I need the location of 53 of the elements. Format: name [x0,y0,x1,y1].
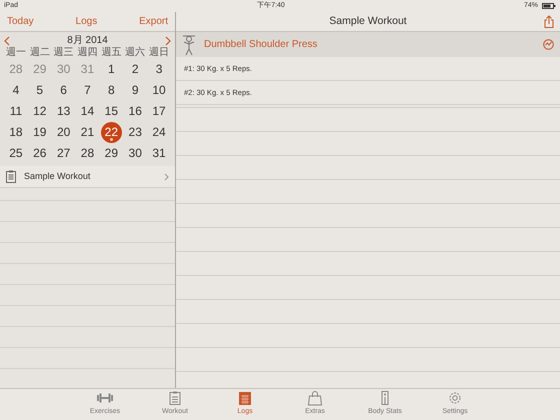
weekday-label: 週六 [124,47,146,59]
battery-icon [542,3,556,9]
next-month-icon[interactable] [165,36,171,46]
chevron-icon [164,172,169,180]
calendar-day[interactable]: 5 [28,80,52,101]
screen-title: Sample Workout [329,14,407,29]
calendar-day[interactable]: 13 [52,101,76,122]
calendar-day[interactable]: 20 [52,122,76,143]
calendar-day[interactable]: 18 [4,122,28,143]
weekday-label: 週日 [148,47,170,59]
exercise-figure-icon [182,34,196,56]
share-icon[interactable] [544,15,554,28]
calendar-day[interactable]: 12 [28,101,52,122]
nav-button[interactable]: Logs [76,14,98,29]
calendar-day[interactable]: 17 [147,101,171,122]
weekday-label: 週一 [4,47,27,59]
nav-button[interactable]: Today [7,14,34,29]
calendar-day[interactable]: 1 [99,59,124,80]
calendar-icon [236,391,254,406]
calendar-day[interactable]: 10 [147,80,171,101]
weekday-label: 週四 [76,47,98,59]
calendar-day[interactable]: 23 [123,122,148,143]
calendar-day[interactable]: 26 [28,143,52,164]
calendar-day[interactable]: 16 [123,101,148,122]
clipboard-icon [6,170,16,183]
calendar-day[interactable]: 27 [52,143,76,164]
calendar-day[interactable]: 28 [76,143,100,164]
calendar-day[interactable]: 31 [147,143,171,164]
calendar-day[interactable]: 15 [99,101,124,122]
nav-button[interactable]: Export [139,14,168,29]
calendar-day[interactable]: 19 [28,122,52,143]
calendar-day[interactable]: 21 [76,122,100,143]
calendar-day[interactable]: 8 [99,80,124,101]
bag-icon [306,391,324,406]
calendar-day[interactable]: 6 [52,80,76,101]
weekday-label: 週三 [52,47,75,59]
calendar-day[interactable]: 25 [4,143,28,164]
month-title: 8月 2014 [67,34,108,47]
chart-check-icon[interactable] [543,39,554,50]
calendar-day[interactable]: 22 [99,122,124,143]
prev-month-icon[interactable] [4,36,10,46]
calendar-day[interactable]: 24 [147,122,171,143]
weekday-label: 週五 [100,47,122,59]
calendar-day[interactable]: 30 [123,143,148,164]
calendar-day[interactable]: 4 [4,80,28,101]
calendar-day[interactable]: 7 [76,80,100,101]
calendar-day[interactable]: 14 [76,101,100,122]
calendar-day[interactable]: 11 [4,101,28,122]
calendar-day[interactable]: 9 [123,80,148,101]
calendar-day[interactable]: 3 [147,59,171,80]
calendar-day[interactable]: 2 [123,59,148,80]
weekday-label: 週二 [28,47,51,59]
calendar-day[interactable]: 29 [99,143,124,164]
